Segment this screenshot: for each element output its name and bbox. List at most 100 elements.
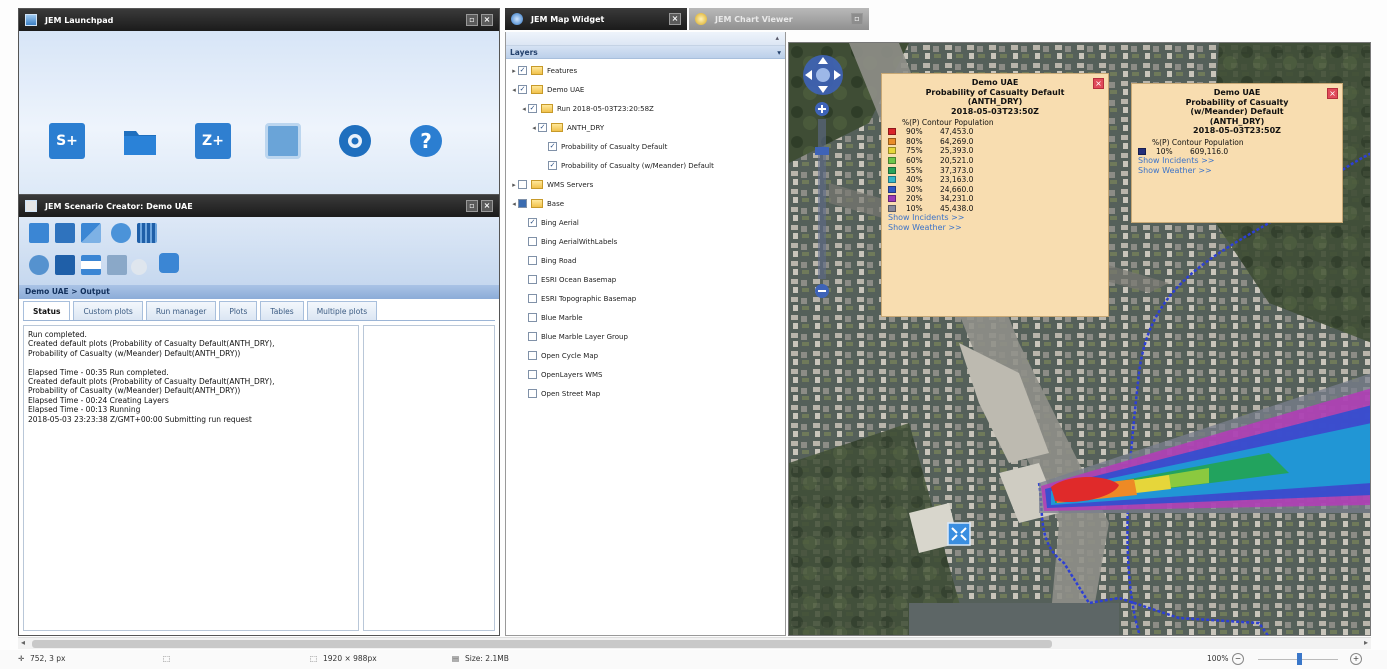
zoom-in-button[interactable]: + bbox=[1350, 653, 1362, 665]
tab-run-manager[interactable]: Run manager bbox=[145, 301, 217, 320]
layer-tree-item[interactable]: Blue Marble bbox=[506, 308, 785, 327]
expand-toggle-icon[interactable]: ◂ bbox=[510, 200, 518, 208]
show-weather-link[interactable]: Show Weather >> bbox=[888, 223, 1102, 233]
layer-tree-item[interactable]: Bing AerialWithLabels bbox=[506, 232, 785, 251]
table-icon[interactable] bbox=[137, 223, 157, 243]
weather-icon[interactable] bbox=[131, 259, 147, 275]
layer-checkbox[interactable] bbox=[528, 237, 537, 246]
layer-checkbox[interactable] bbox=[528, 370, 537, 379]
layer-tree-item[interactable]: Probability of Casualty Default bbox=[506, 137, 785, 156]
scroll-right-icon[interactable]: ▸ bbox=[1364, 638, 1368, 647]
close-popup-button[interactable]: × bbox=[1093, 78, 1104, 89]
layer-tree-item[interactable]: Open Street Map bbox=[506, 384, 785, 403]
layer-tree-item[interactable]: ◂ ANTH_DRY bbox=[506, 118, 785, 137]
building-icon[interactable] bbox=[55, 255, 75, 275]
help-icon[interactable]: ? bbox=[408, 123, 444, 159]
zoom-thumb[interactable] bbox=[1297, 653, 1302, 665]
layer-tree-item[interactable]: ◂ Run 2018-05-03T23:20:58Z bbox=[506, 99, 785, 118]
collapse-up-icon[interactable]: ▴ bbox=[775, 34, 779, 42]
tab-status[interactable]: Status bbox=[23, 301, 71, 320]
layer-checkbox[interactable] bbox=[518, 199, 527, 208]
expand-toggle-icon[interactable]: ◂ bbox=[530, 124, 538, 132]
layer-tree-item[interactable]: Bing Aerial bbox=[506, 213, 785, 232]
layers-icon[interactable] bbox=[81, 255, 101, 275]
tab-plots[interactable]: Plots bbox=[219, 301, 258, 320]
layer-checkbox[interactable] bbox=[528, 389, 537, 398]
layer-tree-item[interactable]: Probability of Casualty (w/Meander) Defa… bbox=[506, 156, 785, 175]
layer-label: Probability of Casualty Default bbox=[561, 142, 668, 151]
tab-menu-button[interactable]: ▫ bbox=[851, 13, 863, 25]
scroll-left-icon[interactable]: ◂ bbox=[21, 638, 25, 647]
layer-checkbox[interactable] bbox=[528, 104, 537, 113]
zip-icon[interactable]: Z+ bbox=[195, 123, 231, 159]
zoom-out-button[interactable]: − bbox=[1232, 653, 1244, 665]
expand-toggle-icon[interactable]: ◂ bbox=[520, 105, 528, 113]
layer-checkbox[interactable] bbox=[518, 66, 527, 75]
collapse-bar[interactable]: ▴ bbox=[506, 32, 785, 46]
layer-tree-item[interactable]: Blue Marble Layer Group bbox=[506, 327, 785, 346]
popup-legend-row: 80% 64,269.0 bbox=[888, 137, 1102, 147]
close-button[interactable]: × bbox=[481, 14, 493, 26]
close-button[interactable]: × bbox=[481, 200, 493, 212]
layer-checkbox[interactable] bbox=[528, 275, 537, 284]
layer-checkbox[interactable] bbox=[528, 351, 537, 360]
layer-checkbox[interactable] bbox=[548, 142, 557, 151]
settings-icon[interactable] bbox=[337, 123, 373, 159]
chart-icon[interactable] bbox=[29, 223, 49, 243]
zoom-slider[interactable] bbox=[813, 101, 831, 301]
restore-button[interactable]: ▫ bbox=[466, 200, 478, 212]
popup-legend-row: 20% 34,231.0 bbox=[888, 194, 1102, 204]
layer-tree-item[interactable]: ESRI Ocean Basemap bbox=[506, 270, 785, 289]
tab-map-widget[interactable]: JEM Map Widget × bbox=[505, 8, 687, 30]
layer-tree-item[interactable]: ◂ Base bbox=[506, 194, 785, 213]
layer-checkbox[interactable] bbox=[548, 161, 557, 170]
layer-checkbox[interactable] bbox=[528, 313, 537, 322]
layers-collapse-icon[interactable]: ▾ bbox=[777, 46, 781, 59]
show-weather-link[interactable]: Show Weather >> bbox=[1138, 166, 1336, 176]
open-folder-icon[interactable] bbox=[122, 123, 158, 159]
map-view[interactable]: × Demo UAE Probability of Casualty Defaul… bbox=[788, 42, 1371, 636]
launchpad-titlebar[interactable]: JEM Launchpad ▫ × bbox=[19, 9, 499, 31]
incident-marker-icon[interactable] bbox=[947, 522, 971, 546]
layer-tree-item[interactable]: Bing Road bbox=[506, 251, 785, 270]
expand-toggle-icon[interactable]: ◂ bbox=[510, 86, 518, 94]
show-incidents-link[interactable]: Show Incidents >> bbox=[888, 213, 1102, 223]
tab-chart-viewer[interactable]: JEM Chart Viewer ▫ bbox=[689, 8, 869, 30]
layer-tree-item[interactable]: OpenLayers WMS bbox=[506, 365, 785, 384]
tools-icon[interactable] bbox=[111, 223, 131, 243]
people-icon[interactable] bbox=[159, 253, 179, 273]
document-chart-icon[interactable] bbox=[55, 223, 75, 243]
layer-checkbox[interactable] bbox=[528, 256, 537, 265]
tab-custom-plots[interactable]: Custom plots bbox=[73, 301, 143, 320]
layer-tree-item[interactable]: Open Cycle Map bbox=[506, 346, 785, 365]
layer-tree-item[interactable]: ESRI Topographic Basemap bbox=[506, 289, 785, 308]
new-scenario-icon[interactable]: S+ bbox=[49, 123, 85, 159]
pan-control[interactable] bbox=[801, 53, 845, 97]
layer-tree-item[interactable]: ◂ Demo UAE bbox=[506, 80, 785, 99]
log-line: Created default plots (Probability of Ca… bbox=[28, 339, 275, 349]
globe-icon[interactable] bbox=[29, 255, 49, 275]
close-tab-button[interactable]: × bbox=[669, 13, 681, 25]
scenario-titlebar[interactable]: JEM Scenario Creator: Demo UAE ▫ × bbox=[19, 195, 499, 217]
expand-toggle-icon[interactable]: ▸ bbox=[510, 181, 518, 189]
expand-toggle-icon[interactable]: ▸ bbox=[510, 67, 518, 75]
layer-checkbox[interactable] bbox=[518, 85, 527, 94]
scrollbar-thumb[interactable] bbox=[32, 640, 1052, 648]
grid-edit-icon[interactable] bbox=[81, 223, 101, 243]
layer-tree-item[interactable]: ▸ WMS Servers bbox=[506, 175, 785, 194]
satellite-icon[interactable] bbox=[107, 255, 127, 275]
restore-button[interactable]: ▫ bbox=[466, 14, 478, 26]
tab-multiple-plots[interactable]: Multiple plots bbox=[306, 301, 378, 320]
tab-tables[interactable]: Tables bbox=[260, 301, 304, 320]
layer-checkbox[interactable] bbox=[528, 332, 537, 341]
image-icon[interactable] bbox=[265, 123, 301, 159]
layer-checkbox[interactable] bbox=[528, 218, 537, 227]
close-popup-button[interactable]: × bbox=[1327, 88, 1338, 99]
layer-tree-item[interactable]: ▸ Features bbox=[506, 61, 785, 80]
show-incidents-link[interactable]: Show Incidents >> bbox=[1138, 156, 1336, 166]
layer-checkbox[interactable] bbox=[528, 294, 537, 303]
layer-checkbox[interactable] bbox=[518, 180, 527, 189]
layer-checkbox[interactable] bbox=[538, 123, 547, 132]
horizontal-scrollbar[interactable]: ◂ ▸ bbox=[18, 637, 1371, 649]
layers-header-label: Layers bbox=[510, 48, 538, 57]
